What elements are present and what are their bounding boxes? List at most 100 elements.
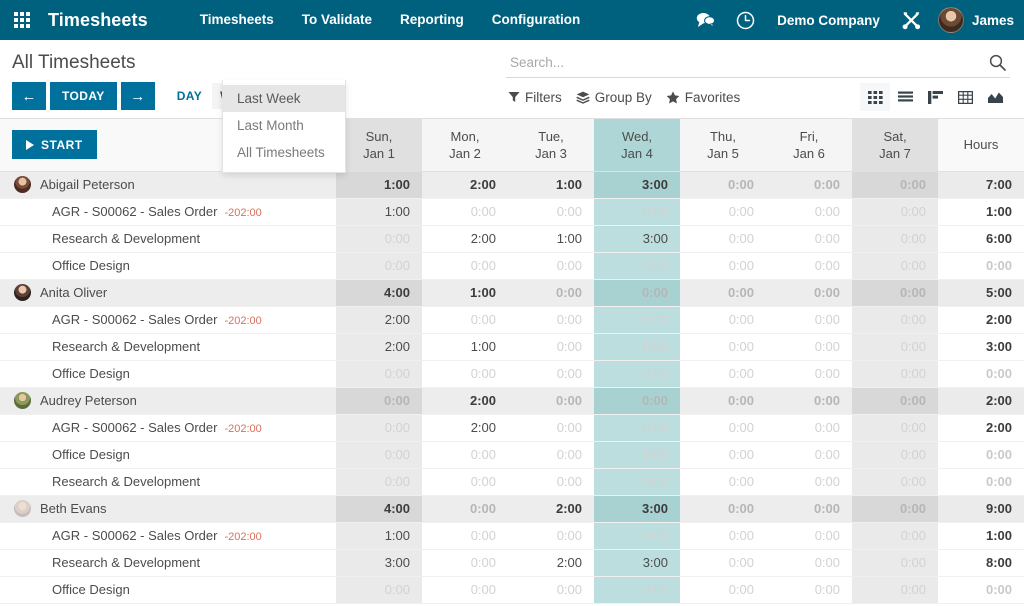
- grid-cell-day-5[interactable]: 0:00: [680, 522, 766, 550]
- grid-cell-day-1[interactable]: 4:00: [336, 279, 422, 307]
- grid-cell-day-6[interactable]: 0:00: [766, 468, 852, 496]
- grid-cell-day-7[interactable]: 0:00: [852, 360, 938, 388]
- grid-cell-day-3[interactable]: 0:00: [508, 468, 594, 496]
- grid-cell-day-3[interactable]: 0:00: [508, 360, 594, 388]
- task-row[interactable]: AGR - S00062 - Sales Order -202:00 0:00 2:0…: [0, 414, 1024, 442]
- task-row[interactable]: Office Design 0:00 0:00 0:00 0:00 0:00 0:00 0:0…: [0, 252, 1024, 280]
- grid-cell-day-1[interactable]: 1:00: [336, 171, 422, 199]
- nav-item-configuration[interactable]: Configuration: [478, 0, 594, 40]
- grid-cell-day-4[interactable]: 0:00: [594, 387, 680, 415]
- grid-cell-day-1[interactable]: 1:00: [336, 522, 422, 550]
- gantt-view-button[interactable]: [920, 83, 950, 111]
- grid-cell-day-6[interactable]: 0:00: [766, 414, 852, 442]
- grid-cell-day-1[interactable]: 2:00: [336, 333, 422, 361]
- grid-cell-day-2[interactable]: 0:00: [422, 198, 508, 226]
- nav-item-timesheets[interactable]: Timesheets: [186, 0, 288, 40]
- graph-view-button[interactable]: [980, 83, 1010, 111]
- grid-cell-day-2[interactable]: 2:00: [422, 171, 508, 199]
- task-row[interactable]: Research & Development 2:00 1:00 0:00 0:00 0:…: [0, 333, 1024, 361]
- grid-cell-day-7[interactable]: 0:00: [852, 252, 938, 280]
- grid-cell-day-5[interactable]: 0:00: [680, 495, 766, 523]
- grid-cell-day-4[interactable]: 0:00: [594, 441, 680, 469]
- apps-menu-button[interactable]: [0, 0, 44, 40]
- dropdown-item-all-timesheets[interactable]: All Timesheets: [223, 139, 345, 166]
- grid-cell-day-2[interactable]: 0:00: [422, 360, 508, 388]
- grid-cell-day-1[interactable]: 3:00: [336, 549, 422, 577]
- grid-cell-day-3[interactable]: 0:00: [508, 333, 594, 361]
- grid-cell-day-5[interactable]: 0:00: [680, 306, 766, 334]
- grid-cell-day-2[interactable]: 2:00: [422, 414, 508, 442]
- grid-cell-day-4[interactable]: 3:00: [594, 171, 680, 199]
- task-row[interactable]: Office Design 0:00 0:00 0:00 0:00 0:00 0:00 0:0…: [0, 441, 1024, 469]
- grid-cell-day-3[interactable]: 0:00: [508, 279, 594, 307]
- grid-cell-day-7[interactable]: 0:00: [852, 441, 938, 469]
- task-row[interactable]: AGR - S00062 - Sales Order -202:00 1:00 0:0…: [0, 522, 1024, 550]
- grid-cell-day-6[interactable]: 0:00: [766, 306, 852, 334]
- grid-cell-day-2[interactable]: 0:00: [422, 522, 508, 550]
- nav-item-reporting[interactable]: Reporting: [386, 0, 478, 40]
- grid-cell-day-6[interactable]: 0:00: [766, 225, 852, 253]
- grid-cell-day-7[interactable]: 0:00: [852, 198, 938, 226]
- grid-cell-day-1[interactable]: 0:00: [336, 468, 422, 496]
- search-button[interactable]: [986, 54, 1008, 71]
- grid-cell-day-6[interactable]: 0:00: [766, 198, 852, 226]
- kanban-view-button[interactable]: [860, 83, 890, 111]
- company-switcher[interactable]: Demo Company: [765, 13, 892, 28]
- nav-item-to-validate[interactable]: To Validate: [288, 0, 386, 40]
- employee-row[interactable]: Audrey Peterson 0:00 2:00 0:00 0:00 0:00 0:00 0…: [0, 387, 1024, 415]
- task-row[interactable]: Office Design 0:00 0:00 0:00 0:00 0:00 0:00 0:0…: [0, 576, 1024, 604]
- grid-cell-day-7[interactable]: 0:00: [852, 495, 938, 523]
- grid-cell-day-6[interactable]: 0:00: [766, 387, 852, 415]
- grid-cell-day-5[interactable]: 0:00: [680, 279, 766, 307]
- grid-cell-day-4[interactable]: 0:00: [594, 414, 680, 442]
- task-row[interactable]: Research & Development 0:00 2:00 1:00 3:00 0:…: [0, 225, 1024, 253]
- list-view-button[interactable]: [890, 83, 920, 111]
- grid-cell-day-7[interactable]: 0:00: [852, 279, 938, 307]
- task-row[interactable]: Office Design 0:00 0:00 0:00 0:00 0:00 0:00 0:0…: [0, 360, 1024, 388]
- grid-cell-day-5[interactable]: 0:00: [680, 198, 766, 226]
- grid-cell-day-4[interactable]: 0:00: [594, 333, 680, 361]
- grid-cell-day-3[interactable]: 0:00: [508, 441, 594, 469]
- grid-cell-day-2[interactable]: 2:00: [422, 225, 508, 253]
- search-input[interactable]: [508, 55, 986, 70]
- grid-cell-day-5[interactable]: 0:00: [680, 549, 766, 577]
- grid-cell-day-7[interactable]: 0:00: [852, 387, 938, 415]
- grid-cell-day-3[interactable]: 0:00: [508, 414, 594, 442]
- grid-cell-day-7[interactable]: 0:00: [852, 414, 938, 442]
- grid-cell-day-3[interactable]: 0:00: [508, 576, 594, 604]
- settings-button[interactable]: [892, 0, 932, 40]
- grid-cell-day-6[interactable]: 0:00: [766, 576, 852, 604]
- grid-cell-day-2[interactable]: 2:00: [422, 387, 508, 415]
- employee-row[interactable]: Anita Oliver 4:00 1:00 0:00 0:00 0:00 0:00 0:00…: [0, 279, 1024, 307]
- grid-cell-day-3[interactable]: 0:00: [508, 252, 594, 280]
- grid-cell-day-2[interactable]: 1:00: [422, 279, 508, 307]
- user-menu-button[interactable]: James: [932, 7, 1014, 33]
- grid-cell-day-2[interactable]: 0:00: [422, 468, 508, 496]
- grid-cell-day-4[interactable]: 3:00: [594, 225, 680, 253]
- filters-dropdown-button[interactable]: Filters: [506, 86, 574, 109]
- grid-cell-day-7[interactable]: 0:00: [852, 576, 938, 604]
- grid-cell-day-3[interactable]: 0:00: [508, 387, 594, 415]
- grid-cell-day-4[interactable]: 0:00: [594, 252, 680, 280]
- task-row[interactable]: AGR - S00062 - Sales Order -202:00 2:00 0:0…: [0, 306, 1024, 334]
- grid-cell-day-3[interactable]: 2:00: [508, 495, 594, 523]
- dropdown-item-last-week[interactable]: Last Week: [223, 85, 345, 112]
- grid-cell-day-7[interactable]: 0:00: [852, 522, 938, 550]
- group-by-dropdown-button[interactable]: Group By: [574, 86, 664, 109]
- grid-cell-day-5[interactable]: 0:00: [680, 576, 766, 604]
- scale-day-button[interactable]: DAY: [169, 83, 210, 109]
- grid-cell-day-3[interactable]: 1:00: [508, 171, 594, 199]
- messages-button[interactable]: [685, 0, 725, 40]
- start-timer-button[interactable]: START: [12, 130, 97, 160]
- grid-cell-day-3[interactable]: 0:00: [508, 198, 594, 226]
- grid-cell-day-6[interactable]: 0:00: [766, 441, 852, 469]
- grid-cell-day-3[interactable]: 0:00: [508, 522, 594, 550]
- grid-cell-day-4[interactable]: 0:00: [594, 279, 680, 307]
- grid-cell-day-2[interactable]: 0:00: [422, 252, 508, 280]
- grid-cell-day-1[interactable]: 0:00: [336, 225, 422, 253]
- previous-period-button[interactable]: ←: [12, 82, 46, 110]
- grid-cell-day-5[interactable]: 0:00: [680, 441, 766, 469]
- grid-cell-day-4[interactable]: 0:00: [594, 198, 680, 226]
- grid-cell-day-1[interactable]: 0:00: [336, 387, 422, 415]
- grid-cell-day-6[interactable]: 0:00: [766, 495, 852, 523]
